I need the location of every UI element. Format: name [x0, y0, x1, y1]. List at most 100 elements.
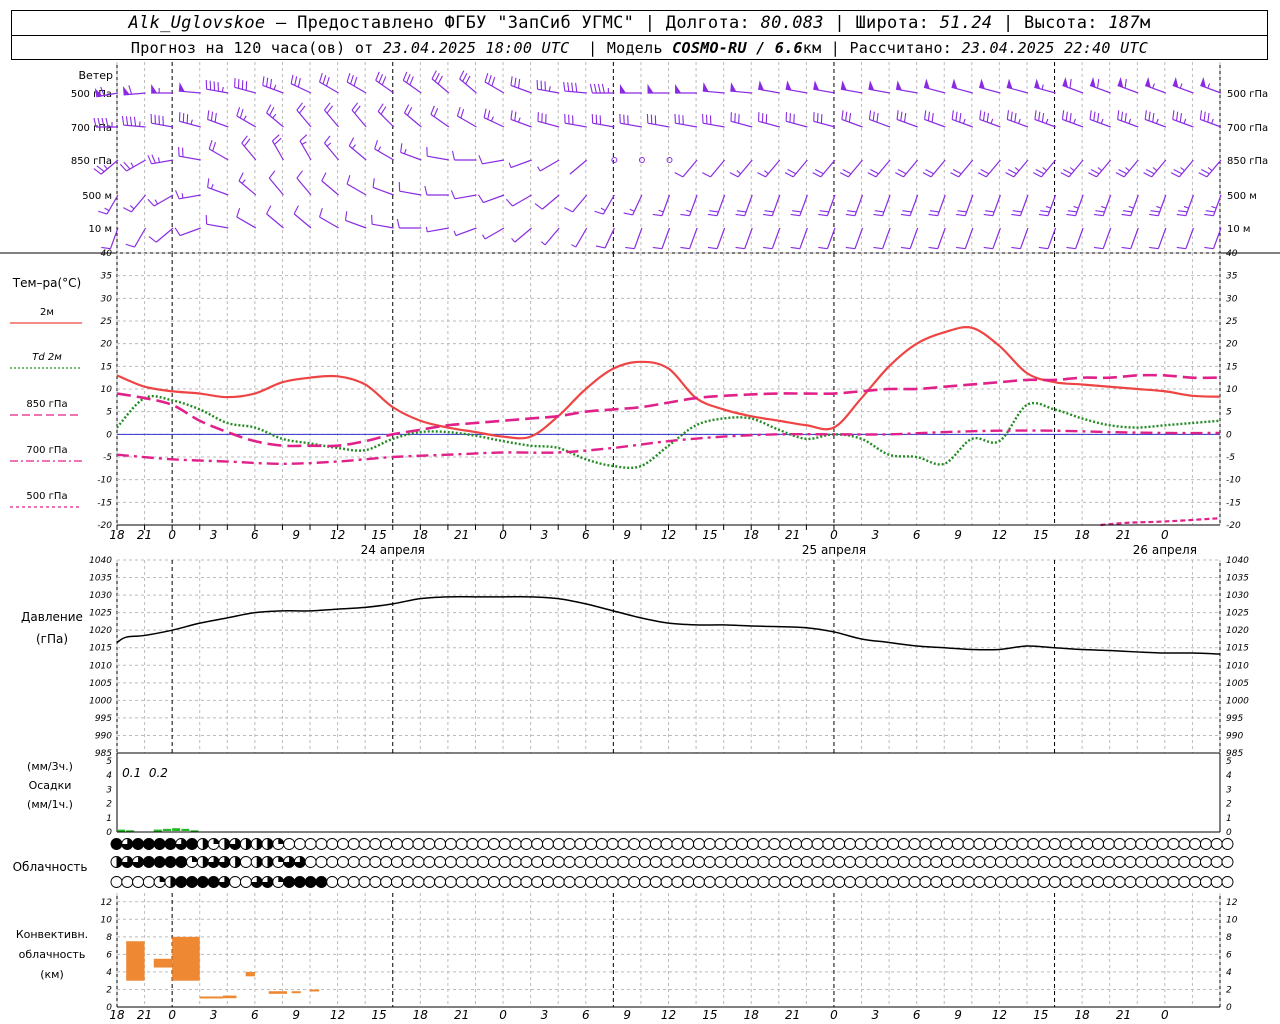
barb-shaft: [565, 122, 587, 128]
cloud-circle: [811, 838, 824, 850]
barb-flag: [262, 76, 265, 86]
barb-shaft: [875, 159, 891, 178]
barb-flag: [1176, 213, 1186, 217]
barb-flag: [928, 246, 938, 250]
wind-barb: [296, 102, 312, 128]
barb-shaft: [371, 223, 394, 229]
barb-flag: [487, 75, 492, 85]
barb-flag: [266, 205, 272, 215]
barb-shaft: [1089, 84, 1111, 94]
wind-barb: [619, 113, 643, 128]
wind-barb: [1204, 194, 1222, 217]
barb-flag: [567, 82, 570, 92]
wind-barb: [1172, 110, 1194, 128]
precip-annotation: 0.1: [122, 766, 141, 780]
barb-shaft: [1144, 118, 1167, 128]
wind-level-label-left: 850 гПа: [71, 156, 112, 167]
wind-barb: [147, 194, 174, 207]
cloud-circle: [304, 856, 317, 868]
cloud-circle: [973, 876, 986, 888]
barb-half: [508, 162, 512, 168]
cloud-symbol: [229, 838, 242, 850]
cloud-circle: [746, 856, 759, 868]
barb-half: [990, 118, 994, 124]
cloud-symbol: [326, 838, 339, 850]
wind-barb: [812, 159, 836, 178]
cloud-circle: [142, 876, 155, 888]
cloud-circle: [876, 838, 889, 850]
wind-barb: [236, 208, 257, 229]
cloud-circle: [1016, 876, 1029, 888]
wind-barb: [119, 159, 146, 172]
barb-flag: [1207, 112, 1210, 123]
conv-xtick-label: 9: [954, 1008, 962, 1022]
wind-barb: [666, 157, 673, 163]
conv-label-3: (км): [40, 968, 64, 981]
cloud-symbol: [995, 838, 1007, 850]
wind-barb: [402, 71, 422, 94]
cloud-symbol: [682, 838, 695, 850]
barb-shaft: [537, 88, 560, 94]
wind-barb: [928, 227, 946, 250]
cloud-circle: [369, 856, 382, 868]
cloud-fill-half: [235, 856, 241, 868]
cloud-symbol: [639, 876, 651, 888]
wind-barb: [174, 227, 201, 237]
cloud-circle: [1059, 876, 1072, 888]
barb-flag: [266, 104, 272, 114]
cloud-circle: [887, 838, 900, 850]
cloud-symbol: [272, 876, 285, 888]
wind-barb: [702, 82, 725, 94]
barb-half: [273, 84, 277, 90]
barb-shaft: [896, 118, 918, 128]
barb-half: [301, 141, 307, 145]
conv-ytick-left: 8: [106, 933, 112, 943]
barb-flag: [707, 246, 718, 250]
wind-barb: [1006, 110, 1029, 128]
barb-pennant: [178, 82, 185, 92]
wind-level-label-left: 10 м: [89, 224, 112, 235]
wind-barb: [674, 113, 698, 128]
wind-level-label-left: 500 м: [82, 191, 112, 202]
cloud-circle: [1210, 856, 1223, 868]
cloud-symbol: [1124, 876, 1137, 888]
wind-barb: [895, 80, 918, 94]
cloud-circle: [887, 876, 900, 888]
cloud-circle: [488, 856, 500, 868]
wind-barb: [922, 159, 946, 178]
cloud-circle: [1210, 876, 1223, 888]
barb-flag: [895, 172, 904, 178]
barb-shaft: [979, 118, 1001, 128]
cloud-symbol: [995, 876, 1007, 888]
cloud-symbol: [1081, 838, 1094, 850]
cloud-symbol: [811, 876, 824, 888]
wind-barb: [431, 70, 450, 94]
wind-barb: [1011, 227, 1029, 250]
wind-barb: [207, 178, 229, 196]
cloud-symbol: [1092, 838, 1105, 850]
precip-bar: [172, 828, 181, 831]
wind-barb: [1199, 110, 1222, 128]
barb-shaft: [346, 183, 367, 196]
cloud-symbol: [466, 876, 479, 888]
cloud-symbol: [110, 856, 123, 868]
cloud-circle: [703, 876, 716, 888]
barb-shaft: [262, 84, 284, 94]
cloud-circle: [876, 856, 889, 868]
barb-flag: [594, 210, 604, 215]
conv-bar: [172, 936, 200, 981]
wind-barb: [477, 194, 505, 204]
cloud-circle: [1199, 838, 1212, 850]
barb-flag: [133, 116, 137, 127]
cloud-circle: [1070, 838, 1083, 850]
pressure-ytick-left: 1040: [89, 556, 112, 566]
barb-flag: [322, 75, 327, 85]
barb-flag: [212, 142, 217, 152]
cloud-symbol: [563, 856, 576, 868]
barb-flag: [1118, 169, 1127, 175]
cloud-circle: [703, 838, 716, 850]
cloud-symbol: [703, 856, 716, 868]
cloud-symbol: [552, 876, 565, 888]
cloud-circle: [563, 838, 576, 850]
barb-flag: [764, 210, 774, 213]
